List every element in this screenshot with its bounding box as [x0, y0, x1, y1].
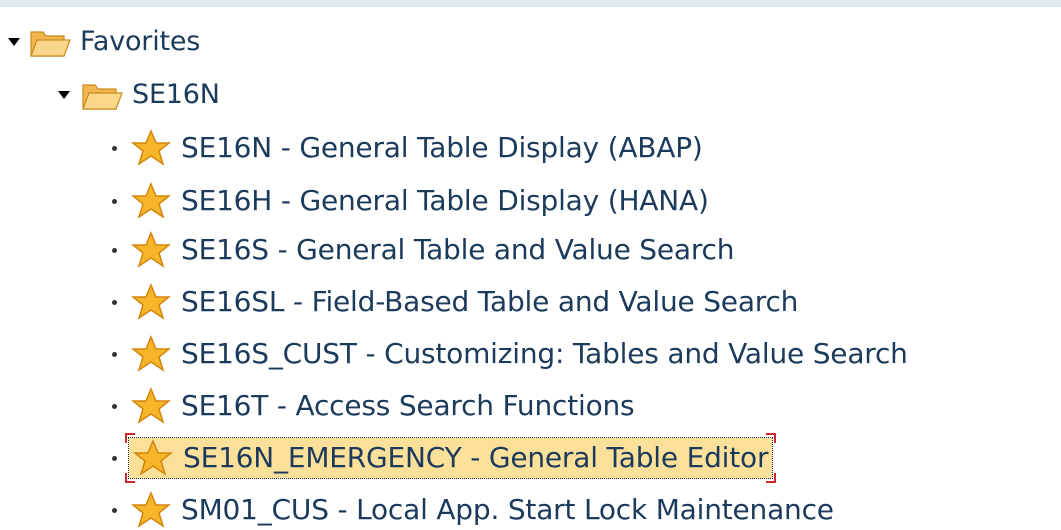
tree-item-se16sl[interactable]: SE16SL - Field-Based Table and Value Sea… [112, 276, 798, 328]
star-icon [129, 334, 173, 374]
tree-item-se16t[interactable]: SE16T - Access Search Functions [112, 380, 635, 432]
tree-item-se16s-cust[interactable]: SE16S_CUST - Customizing: Tables and Val… [112, 328, 908, 380]
selection-corner [766, 433, 777, 443]
star-icon [129, 230, 173, 270]
tree-item-label: SE16H - General Table Display (HANA) [181, 184, 709, 217]
tree-item-label: SM01_CUS - Local App. Start Lock Mainten… [181, 493, 834, 526]
star-icon [129, 386, 173, 426]
star-icon [129, 490, 173, 530]
tree-item-se16s[interactable]: SE16S - General Table and Value Search [112, 224, 734, 276]
tree-node-se16n-folder[interactable]: SE16N [58, 69, 220, 121]
bullet-icon [112, 145, 117, 151]
bullet-icon [112, 507, 117, 513]
bullet-icon [112, 198, 117, 204]
tree-item-label: SE16S_CUST - Customizing: Tables and Val… [181, 337, 908, 370]
tree-item-label: SE16N - General Table Display (ABAP) [181, 131, 703, 164]
tree-node-favorites[interactable]: Favorites [0, 16, 200, 68]
bullet-icon [112, 247, 117, 253]
star-icon [129, 282, 173, 322]
selection-corner [766, 473, 777, 483]
bullet-icon [112, 455, 117, 461]
top-border [0, 0, 1061, 7]
tree-item-se16n[interactable]: SE16N - General Table Display (ABAP) [112, 122, 703, 174]
tree-item-se16n-emergency[interactable]: SE16N_EMERGENCY - General Table Editor [112, 432, 777, 484]
bullet-icon [112, 403, 117, 409]
selection-corner [125, 473, 135, 483]
favorites-tree: Favorites SE16N SE16N - General Table Di… [0, 0, 1061, 530]
folder-icon [28, 22, 72, 62]
tree-item-label: SE16S - General Table and Value Search [181, 233, 735, 266]
tree-item-label: SE16T - Access Search Functions [181, 389, 635, 422]
tree-item-se16h[interactable]: SE16H - General Table Display (HANA) [112, 175, 709, 227]
tree-node-label: SE16N [132, 79, 220, 110]
tree-item-label: SE16SL - Field-Based Table and Value Sea… [181, 285, 799, 318]
tree-node-label: Favorites [80, 26, 201, 57]
bullet-icon [112, 299, 117, 305]
expand-toggle-icon[interactable] [8, 38, 20, 46]
tree-item-sm01-cus[interactable]: SM01_CUS - Local App. Start Lock Mainten… [112, 484, 834, 530]
star-icon [129, 128, 173, 168]
selection-corner [125, 433, 135, 443]
folder-icon [80, 75, 124, 115]
expand-toggle-icon[interactable] [58, 91, 70, 99]
tree-item-label: SE16N_EMERGENCY - General Table Editor [183, 441, 769, 474]
selected-item-highlight[interactable]: SE16N_EMERGENCY - General Table Editor [125, 433, 777, 483]
star-icon [129, 181, 173, 221]
star-icon [131, 438, 175, 478]
bullet-icon [112, 351, 117, 357]
